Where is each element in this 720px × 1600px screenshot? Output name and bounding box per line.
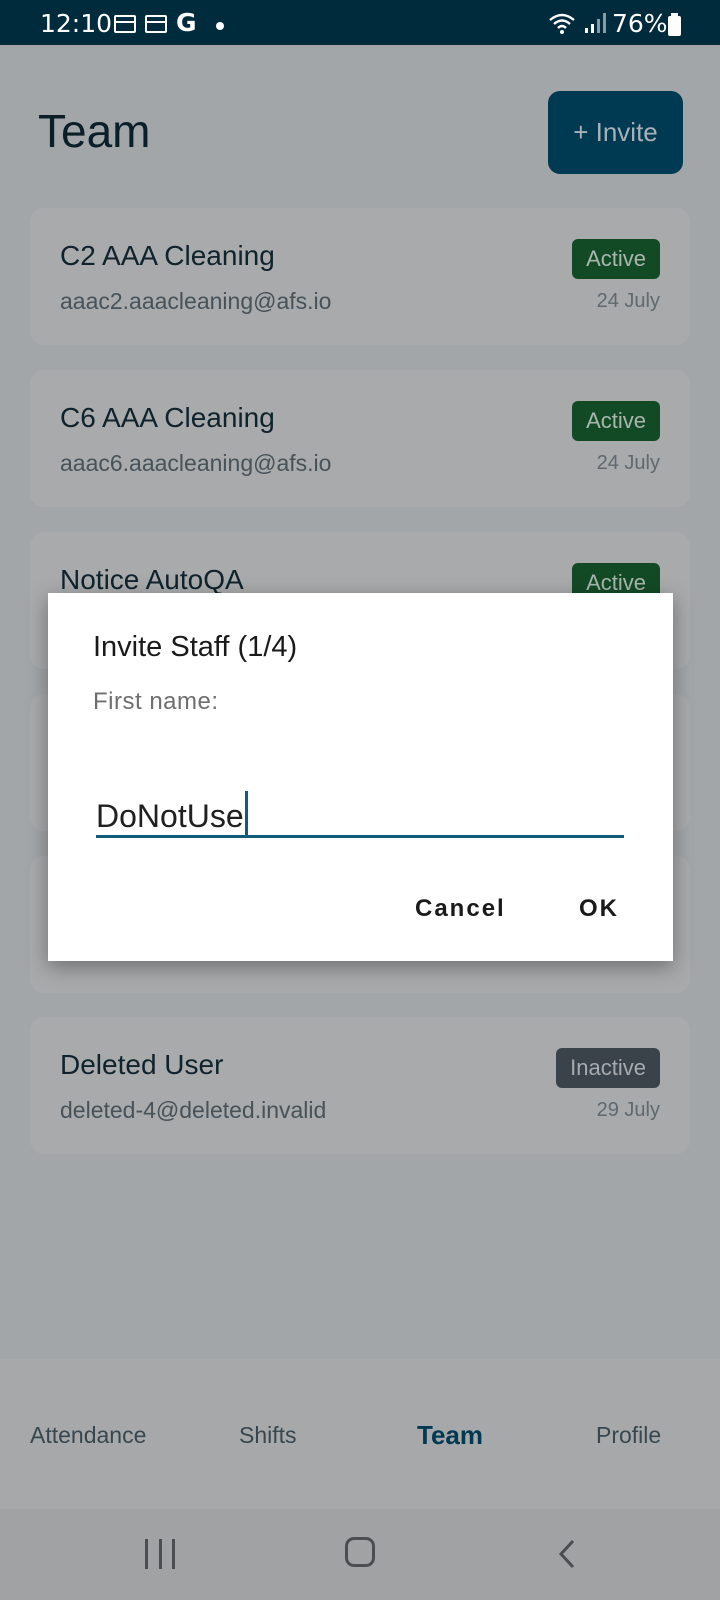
member-date: 24 July	[596, 452, 660, 474]
dialog-title: Invite Staff (1/4)	[93, 631, 298, 663]
member-email: aaac6.aaacleaning@afs.io	[60, 450, 332, 476]
nav-item-profile[interactable]: Profile	[596, 1422, 661, 1449]
ok-button[interactable]: OK	[579, 895, 619, 923]
home-icon[interactable]	[345, 1537, 375, 1567]
nav-item-attendance[interactable]: Attendance	[30, 1422, 146, 1449]
first-name-value: DoNotUse	[96, 791, 248, 835]
member-name: C2 AAA Cleaning	[60, 240, 275, 271]
member-email: deleted-4@deleted.invalid	[60, 1097, 327, 1123]
first-name-text: DoNotUse	[96, 798, 244, 834]
text-cursor	[244, 791, 248, 835]
battery-icon	[668, 13, 681, 36]
member-name: Notice AutoQA	[60, 564, 244, 595]
signal-icon	[585, 13, 606, 33]
status-badge: Inactive	[556, 1048, 660, 1088]
wifi-icon	[549, 13, 575, 34]
first-name-label: First name:	[93, 688, 219, 715]
notification-dot-icon	[216, 22, 224, 30]
member-name: C6 AAA Cleaning	[60, 402, 275, 433]
member-card[interactable]: Deleted User deleted-4@deleted.invalid I…	[30, 1017, 690, 1154]
calendar-icon	[145, 15, 167, 33]
member-date: 24 July	[596, 290, 660, 312]
invite-button[interactable]: + Invite	[548, 91, 683, 174]
status-badge: Active	[572, 239, 660, 279]
page-title: Team	[38, 105, 151, 157]
nav-item-shifts[interactable]: Shifts	[239, 1422, 297, 1449]
invite-button-label: + Invite	[573, 117, 658, 147]
status-badge: Active	[572, 401, 660, 441]
member-date: 29 July	[596, 1099, 660, 1121]
battery-level: 76%	[612, 9, 668, 38]
google-icon: G	[176, 8, 197, 37]
cancel-button[interactable]: Cancel	[415, 895, 506, 923]
recent-apps-icon[interactable]	[145, 1539, 175, 1569]
system-nav-bar	[0, 1509, 720, 1600]
member-card[interactable]: C2 AAA Cleaning aaac2.aaacleaning@afs.io…	[30, 208, 690, 345]
status-bar: 12:10 G 76%	[0, 0, 720, 45]
invite-staff-dialog: Invite Staff (1/4) First name: DoNotUse …	[48, 593, 673, 961]
bottom-nav: Attendance Shifts Team Profile	[0, 1359, 720, 1509]
member-card[interactable]: C6 AAA Cleaning aaac6.aaacleaning@afs.io…	[30, 370, 690, 507]
nav-item-team[interactable]: Team	[417, 1420, 483, 1451]
status-time: 12:10	[40, 9, 113, 38]
calendar-icon	[114, 15, 136, 33]
back-icon[interactable]	[553, 1539, 583, 1569]
member-email: aaac2.aaacleaning@afs.io	[60, 288, 332, 314]
member-name: Deleted User	[60, 1049, 224, 1080]
